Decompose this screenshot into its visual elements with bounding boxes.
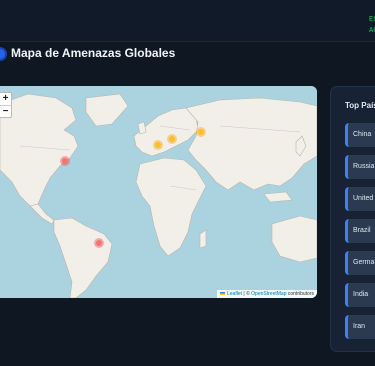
country-item[interactable]: Russia — [345, 155, 375, 179]
country-item[interactable]: China — [345, 123, 375, 147]
country-item[interactable]: Germa — [345, 251, 375, 275]
threat-marker-germany[interactable] — [155, 142, 161, 148]
attribution-suffix: contributors — [287, 291, 314, 297]
top-countries-panel: Top Países China Russia United Brazil Ge… — [330, 86, 375, 352]
world-map-tiles — [0, 86, 317, 298]
map-attribution: Leaflet | © OpenStreetMap contributors — [216, 290, 317, 298]
zoom-in-button[interactable]: + — [0, 93, 11, 105]
threat-map[interactable]: + − Leaflet | © OpenStreetMap contributo… — [0, 86, 317, 298]
threat-marker-europe-north[interactable] — [169, 136, 175, 142]
country-item[interactable]: India — [345, 283, 375, 307]
threat-marker-brazil[interactable] — [96, 240, 102, 246]
page-header: Mapa de Amenazas Globales — [0, 42, 375, 78]
status-text: ES — [369, 16, 375, 24]
country-item[interactable]: Brazil — [345, 219, 375, 243]
status-text-secondary: AC — [369, 27, 375, 35]
attribution-separator: | © — [243, 291, 250, 297]
flag-icon — [219, 292, 225, 295]
country-item[interactable]: United — [345, 187, 375, 211]
zoom-control: + − — [0, 92, 12, 118]
threat-marker-united-states[interactable] — [62, 158, 68, 164]
top-bar: ES AC — [0, 0, 375, 42]
globe-icon — [0, 49, 5, 59]
top-countries-title: Top Países — [345, 101, 375, 110]
country-item[interactable]: Iran — [345, 315, 375, 339]
zoom-out-button[interactable]: − — [0, 105, 11, 117]
page-title: Mapa de Amenazas Globales — [11, 46, 176, 60]
osm-link[interactable]: OpenStreetMap — [251, 291, 286, 297]
leaflet-link[interactable]: Leaflet — [227, 291, 242, 297]
threat-marker-europe-east[interactable] — [198, 129, 204, 135]
